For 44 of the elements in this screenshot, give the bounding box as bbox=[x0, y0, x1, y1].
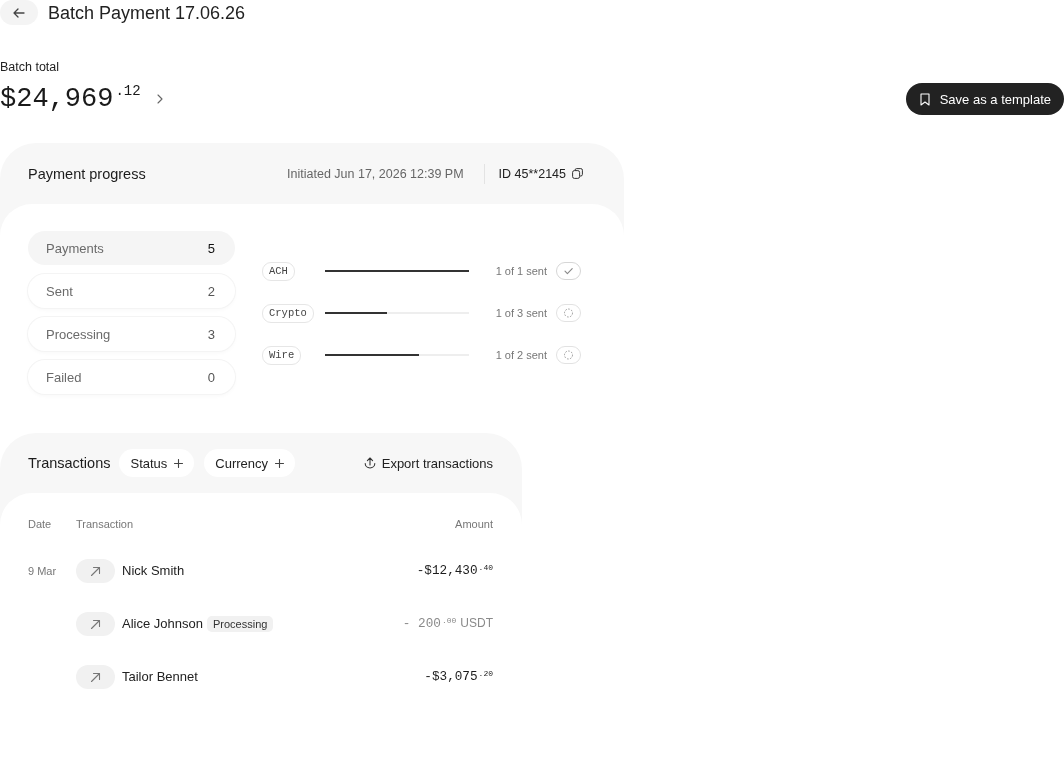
chevron-right-icon[interactable] bbox=[156, 94, 163, 104]
recipient-name: Tailor Bennet bbox=[122, 669, 198, 684]
card-title: Payment progress bbox=[28, 165, 146, 182]
column-header: Transaction bbox=[76, 517, 135, 532]
status-badge: Processing bbox=[206, 615, 274, 632]
upload-icon bbox=[363, 457, 376, 469]
column-header: Date bbox=[28, 517, 53, 532]
currency-code: USDT bbox=[460, 616, 493, 630]
arrow-left-icon bbox=[13, 7, 25, 18]
rail-tag: ACH bbox=[262, 261, 295, 281]
arrow-up-right-icon bbox=[76, 664, 115, 689]
page-title: Batch Payment 17.06.26 bbox=[48, 1, 246, 25]
plus-icon bbox=[275, 458, 285, 468]
plus-icon bbox=[174, 458, 184, 468]
arrow-up-right-icon bbox=[76, 611, 115, 636]
rail-tag: Wire bbox=[262, 345, 302, 365]
amount-value: - 200$^{.00}$ bbox=[402, 616, 457, 631]
arrow-up-right-icon bbox=[76, 558, 115, 583]
amount-value: -$3,075$^{.20}$ bbox=[424, 669, 493, 684]
back-button[interactable] bbox=[0, 0, 38, 25]
column-header: Amount bbox=[454, 517, 493, 532]
export-button[interactable]: Export transactions bbox=[353, 449, 503, 477]
save-template-button[interactable]: Save as a template bbox=[905, 83, 1064, 115]
sent-count: 1 of 3 sent bbox=[494, 307, 547, 319]
filter-button[interactable]: Status bbox=[119, 449, 195, 477]
stat-item[interactable]: Payments 5 bbox=[28, 231, 235, 265]
stat-item[interactable]: Sent 2 bbox=[28, 274, 235, 308]
date-cell-text: 9 Mar bbox=[28, 564, 58, 577]
stat-item[interactable]: Failed 0 bbox=[28, 360, 235, 394]
total-label: Batch total bbox=[0, 60, 61, 75]
initiated-date: Initiated Jun 17, 2026 12:39 PM bbox=[287, 166, 464, 181]
amount-value: -$12,430$^{.40}$ bbox=[416, 563, 493, 578]
batch-id: ID 45**2145 bbox=[498, 166, 566, 181]
stat-item[interactable]: Processing 3 bbox=[28, 317, 235, 351]
recipient-name: Alice Johnson bbox=[122, 616, 203, 631]
filter-button[interactable]: Currency bbox=[204, 449, 296, 477]
recipient-name: Nick Smith bbox=[122, 563, 185, 578]
sent-count: 1 of 1 sent bbox=[494, 265, 547, 277]
sent-count: 1 of 2 sent bbox=[494, 349, 547, 361]
copy-icon[interactable] bbox=[572, 168, 583, 179]
bookmark-icon bbox=[919, 92, 930, 106]
total-amount: $24,969$^{.12}$ bbox=[0, 83, 141, 115]
rail-tag: Crypto bbox=[262, 303, 314, 323]
section-title: Transactions bbox=[28, 455, 111, 471]
